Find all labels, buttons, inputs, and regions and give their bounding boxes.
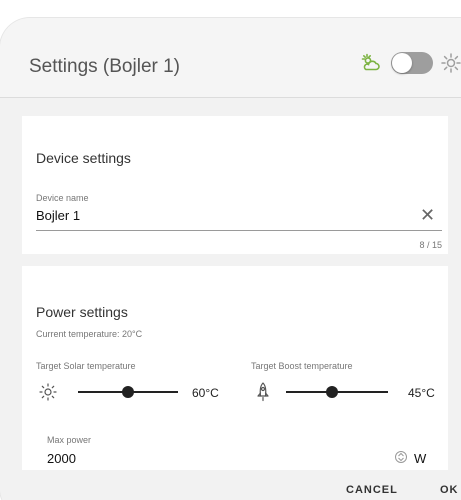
settings-dialog: Settings (Bojler 1) Device settings Devi… [0, 18, 461, 500]
sun-gear-icon[interactable] [441, 53, 461, 73]
max-power-input[interactable]: 2000 [47, 451, 76, 466]
ok-button[interactable]: OK [440, 484, 459, 496]
solar-temp-label: Target Solar temperature [36, 361, 136, 371]
dialog-header: Settings (Bojler 1) [0, 18, 461, 98]
header-actions [361, 52, 461, 74]
char-counter: 8 / 15 [419, 240, 442, 250]
device-name-label: Device name [36, 193, 89, 203]
rocket-icon [257, 382, 269, 402]
device-name-underline [36, 230, 442, 231]
power-settings-title: Power settings [36, 304, 128, 320]
device-name-field[interactable]: Bojler 1 [36, 208, 80, 223]
dialog-footer: CANCEL OK [0, 470, 461, 500]
device-settings-title: Device settings [36, 150, 131, 166]
dialog-title: Settings (Bojler 1) [29, 56, 181, 77]
mode-toggle[interactable] [391, 52, 433, 74]
sun-icon [39, 383, 57, 401]
max-power-label: Max power [47, 435, 92, 445]
stepper-icon[interactable] [395, 450, 407, 464]
max-power-unit: W [414, 451, 427, 466]
current-temperature: Current temperature: 20°C [36, 329, 143, 339]
cancel-button[interactable]: CANCEL [346, 484, 398, 496]
clear-name-icon[interactable]: ✕ [420, 206, 435, 224]
boost-slider-thumb[interactable] [325, 386, 338, 398]
solar-temp-value: 60°C [192, 386, 219, 400]
solar-slider-thumb[interactable] [122, 386, 134, 398]
sun-cloud-icon[interactable] [361, 53, 381, 73]
device-settings-card: Device settings Device name Bojler 1 ✕ 8… [22, 116, 448, 254]
toggle-knob [392, 53, 412, 73]
power-settings-card: Power settings Current temperature: 20°C… [22, 266, 448, 500]
boost-temp-value: 45°C [408, 386, 435, 400]
boost-temp-label: Target Boost temperature [251, 361, 353, 371]
